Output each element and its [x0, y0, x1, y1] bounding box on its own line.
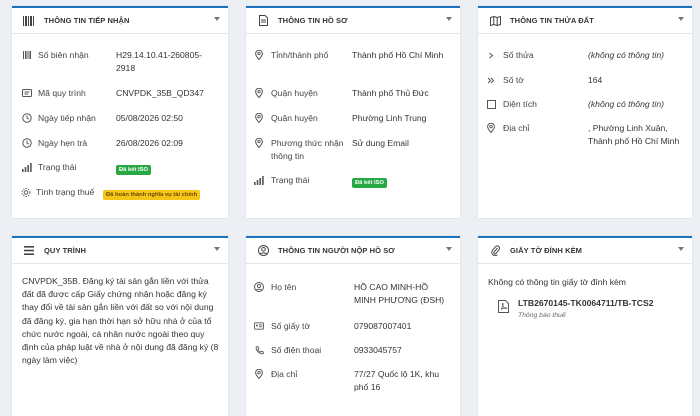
- signal-icon: [254, 174, 264, 186]
- applicant-id-label: Số giấy tờ: [271, 321, 311, 331]
- map-pin-icon: [486, 122, 496, 134]
- barcode-icon: [22, 49, 32, 61]
- applicant-card-header[interactable]: THÔNG TIN NGƯỜI NỘP HỒ SƠ: [246, 238, 460, 264]
- gear-icon: [21, 186, 31, 198]
- user-icon: [254, 281, 264, 293]
- list-icon: [22, 244, 36, 258]
- procedure-card-header[interactable]: QUY TRÌNH: [12, 238, 228, 264]
- parcel-card-header[interactable]: THÔNG TIN THỬA ĐẤT: [478, 8, 692, 34]
- parcel-address-label: Địa chỉ: [503, 123, 530, 133]
- applicant-address-label: Địa chỉ: [271, 369, 298, 379]
- province-label: Tỉnh/thành phố: [271, 50, 329, 60]
- reception-card-title: THÔNG TIN TIẾP NHẬN: [44, 16, 130, 25]
- plot-number-label: Số thửa: [503, 50, 534, 60]
- dossier-status-label: Trạng thái: [271, 175, 310, 185]
- map-pin-icon: [254, 49, 264, 61]
- tax-status-badge: Đã hoàn thành nghĩa vụ tài chính: [103, 187, 201, 200]
- sheet-number-value: 164: [588, 75, 603, 85]
- process-code-label: Mã quy trình: [38, 88, 86, 98]
- double-chevron-right-icon: [486, 74, 496, 86]
- dossier-status-badge-text: Đã kết ISO: [352, 178, 387, 188]
- signal-icon: [22, 161, 32, 173]
- chevron-down-icon[interactable]: [214, 247, 220, 251]
- applicant-address-value: 77/27 Quốc lộ 1K, khu phố 16: [354, 369, 440, 392]
- chevron-down-icon[interactable]: [678, 17, 684, 21]
- applicant-id-value: 079087007401: [354, 321, 412, 331]
- due-date-value: 26/08/2026 02:09: [116, 138, 183, 148]
- reception-card-header[interactable]: THÔNG TIN TIẾP NHẬN: [12, 8, 228, 34]
- document-icon: [256, 14, 270, 28]
- paperclip-icon: [488, 244, 502, 258]
- process-code-value: CNVPDK_35B_QD347: [116, 88, 204, 98]
- chevron-down-icon[interactable]: [446, 17, 452, 21]
- receive-method-value: Sử dung Email: [352, 138, 409, 148]
- status-label: Trạng thái: [38, 162, 77, 172]
- district-label: Quận huyện: [271, 88, 318, 98]
- reception-card: THÔNG TIN TIẾP NHẬN Số biên nhận H29.14.…: [12, 6, 228, 218]
- map-icon: [488, 14, 502, 28]
- map-pin-icon: [254, 368, 264, 380]
- applicant-name-label: Họ tên: [271, 282, 297, 292]
- applicant-card-title: THÔNG TIN NGƯỜI NỘP HỒ SƠ: [278, 246, 395, 255]
- chevron-down-icon[interactable]: [446, 247, 452, 251]
- applicant-name-value: HỒ CAO MINH-HỒ MINH PHƯƠNG (ĐSH): [354, 282, 445, 305]
- receipt-number-row: Số biên nhận H29.14.10.41-260805-2918: [12, 49, 228, 79]
- receipt-number-label: Số biên nhận: [38, 50, 89, 60]
- dossier-card: THÔNG TIN HỒ SƠ Tỉnh/thành phố Thành phố…: [246, 6, 460, 218]
- clock-icon: [22, 112, 32, 124]
- tag-icon: [22, 87, 32, 99]
- applicant-card: THÔNG TIN NGƯỜI NỘP HỒ SƠ Họ tên HỒ CAO …: [246, 236, 460, 416]
- chevron-down-icon[interactable]: [214, 17, 220, 21]
- phone-icon: [254, 344, 264, 356]
- ward-value: Phường Linh Trung: [352, 113, 427, 123]
- ward-label: Quận huyện: [271, 113, 318, 123]
- parcel-card-title: THÔNG TIN THỬA ĐẤT: [510, 16, 594, 25]
- pdf-file-icon: [498, 300, 509, 313]
- attachment-file-name[interactable]: LTB2670145-TK0064711/TB-TCS2: [518, 298, 654, 308]
- dossier-card-header[interactable]: THÔNG TIN HỒ SƠ: [246, 8, 460, 34]
- attachments-card-title: GIẤY TỜ ĐÍNH KÈM: [510, 246, 583, 255]
- applicant-phone-label: Số điện thoại: [271, 345, 322, 355]
- procedure-card: QUY TRÌNH CNVPDK_35B. Đăng ký tài sản gắ…: [12, 236, 228, 416]
- area-value: (không có thông tin): [588, 99, 664, 109]
- attachments-card-header[interactable]: GIẤY TỜ ĐÍNH KÈM: [478, 238, 692, 264]
- chevron-down-icon[interactable]: [678, 247, 684, 251]
- map-pin-icon: [254, 87, 264, 99]
- province-value: Thành phố Hồ Chí Minh: [352, 50, 444, 60]
- id-card-icon: [254, 320, 264, 332]
- dossier-status-badge: Đã kết ISO: [352, 175, 387, 188]
- attachments-empty-label: Không có thông tin giấy tờ đính kèm: [488, 277, 626, 287]
- procedure-card-title: QUY TRÌNH: [44, 246, 87, 255]
- applicant-phone-value: 0933045757: [354, 345, 402, 355]
- due-date-label: Ngày hẹn trả: [38, 138, 88, 148]
- procedure-description: CNVPDK_35B. Đăng ký tài sản gắn liền với…: [22, 276, 219, 366]
- tax-status-label: Tình trạng thuế: [36, 187, 95, 197]
- map-pin-icon: [254, 137, 264, 149]
- parcel-card: THÔNG TIN THỬA ĐẤT Số thửa (không có thô…: [478, 6, 692, 218]
- plot-number-value: (không có thông tin): [588, 50, 664, 60]
- map-pin-icon: [254, 112, 264, 124]
- status-badge-text: Đã kết ISO: [116, 165, 151, 175]
- receive-method-label: Phương thức nhận thông tin: [271, 138, 344, 161]
- attachment-file-description: Thông báo thuế: [518, 312, 566, 319]
- sheet-number-label: Số tờ: [503, 75, 524, 85]
- received-date-label: Ngày tiếp nhận: [38, 113, 96, 123]
- tax-status-badge-text: Đã hoàn thành nghĩa vụ tài chính: [103, 190, 201, 200]
- status-badge: Đã kết ISO: [116, 162, 151, 175]
- district-value: Thành phố Thủ Đức: [352, 88, 429, 98]
- area-label: Diện tích: [503, 99, 537, 109]
- attachment-item[interactable]: LTB2670145-TK0064711/TB-TCS2 Thông báo t…: [498, 298, 688, 326]
- clock-icon: [22, 137, 32, 149]
- chevron-right-icon: [486, 49, 496, 61]
- parcel-address-value: , Phường Linh Xuân, Thành phố Hồ Chí Min…: [588, 123, 680, 146]
- receipt-number-value: H29.14.10.41-260805-2918: [116, 50, 203, 73]
- dossier-card-title: THÔNG TIN HỒ SƠ: [278, 16, 348, 25]
- attachments-card: GIẤY TỜ ĐÍNH KÈM Không có thông tin giấy…: [478, 236, 692, 416]
- barcode-icon: [22, 14, 36, 28]
- received-date-value: 05/08/2026 02:50: [116, 113, 183, 123]
- square-icon: [486, 98, 496, 110]
- user-circle-icon: [256, 244, 270, 258]
